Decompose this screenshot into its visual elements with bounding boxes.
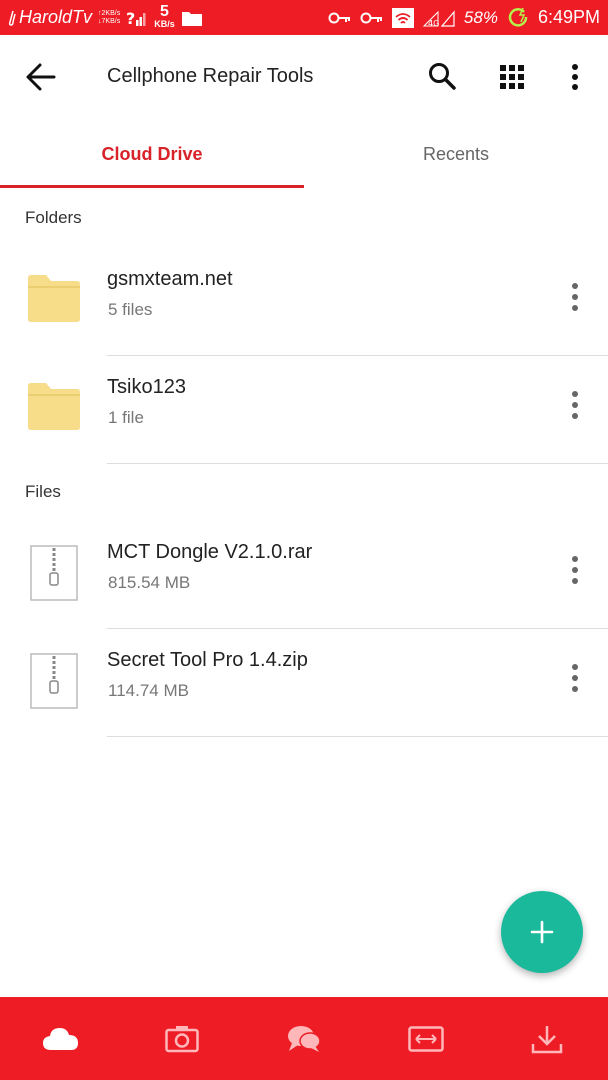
file-row[interactable]: Secret Tool Pro 1.4.zip 114.74 MB [0, 629, 608, 737]
folder-icon [28, 275, 80, 322]
speed-unit: KB/s [154, 18, 175, 29]
app-screen: HaroldTv ↑2KB/s ↓7KB/s ? 5 KB/s 4G 58% 6… [0, 0, 608, 1080]
carrier: HaroldTv [8, 7, 92, 28]
status-left: HaroldTv ↑2KB/s ↓7KB/s ? 5 KB/s [8, 2, 203, 30]
more-vert-icon[interactable] [565, 553, 585, 587]
file-row[interactable]: MCT Dongle V2.1.0.rar 815.54 MB [0, 521, 608, 629]
status-bar: HaroldTv ↑2KB/s ↓7KB/s ? 5 KB/s 4G 58% 6… [0, 0, 608, 35]
download-icon [531, 1025, 563, 1053]
add-fab-button[interactable] [501, 891, 583, 973]
file-name: Secret Tool Pro 1.4.zip [107, 649, 308, 671]
wifi-icon [391, 7, 414, 28]
nav-camera-uploads[interactable] [122, 997, 244, 1080]
more-vert-icon[interactable] [565, 388, 585, 422]
notification-icon [8, 10, 16, 26]
clock: 6:49PM [537, 7, 600, 27]
folder-file-count: 1 file [108, 408, 144, 427]
status-right: 4G 58% 6:49PM [328, 7, 600, 29]
tab-indicator [0, 185, 304, 188]
folder-row[interactable]: Tsiko123 1 file [0, 356, 608, 464]
net-speed: ↑2KB/s ↓7KB/s [98, 10, 120, 26]
folder-notification-icon [181, 11, 202, 26]
back-arrow-icon[interactable] [24, 61, 58, 93]
net-down: ↓7KB/s [98, 17, 121, 25]
row-divider [107, 736, 608, 737]
file-name: MCT Dongle V2.1.0.rar [107, 541, 313, 563]
svg-text:?: ? [126, 9, 135, 28]
more-vert-icon[interactable] [565, 661, 585, 695]
search-icon[interactable] [426, 60, 458, 92]
page-title: Cellphone Repair Tools [107, 65, 314, 87]
folder-name: Tsiko123 [107, 376, 186, 398]
row-divider [107, 463, 608, 464]
nav-transfers[interactable] [486, 997, 608, 1080]
transfer-icon [407, 1025, 444, 1052]
vpn-key-icon [328, 12, 350, 23]
tab-cloud-drive[interactable]: Cloud Drive [0, 119, 304, 189]
zip-file-icon [30, 545, 78, 601]
folder-row[interactable]: gsmxteam.net 5 files [0, 248, 608, 356]
vpn-key-icon-2 [360, 12, 382, 23]
folders-section-label: Folders [25, 208, 82, 227]
file-size: 815.54 MB [108, 573, 191, 592]
cloud-icon [42, 1027, 78, 1050]
carrier-name: HaroldTv [19, 7, 93, 27]
files-section-label: Files [25, 482, 61, 501]
tab-bar: Cloud Drive Recents [0, 119, 608, 189]
speed-indicator: 5 KB/s [154, 2, 175, 30]
zip-file-icon [30, 653, 78, 709]
app-bar: Cellphone Repair Tools [0, 35, 608, 119]
folder-icon [28, 383, 80, 430]
battery-percent: 58% [463, 7, 498, 27]
tab-recents[interactable]: Recents [304, 119, 608, 189]
svg-text:4G: 4G [428, 19, 439, 28]
net-up: ↑2KB/s [98, 9, 121, 17]
lte-signal-icon: 4G [422, 9, 455, 28]
bottom-nav [0, 997, 608, 1080]
more-vert-icon[interactable] [563, 61, 587, 93]
nav-chat[interactable] [243, 997, 365, 1080]
grid-view-icon[interactable] [498, 63, 526, 91]
chat-icon [287, 1025, 321, 1052]
more-vert-icon[interactable] [565, 280, 585, 314]
charging-icon [508, 7, 528, 26]
nav-cloud-drive[interactable] [0, 997, 122, 1080]
plus-icon [530, 920, 554, 944]
speed-value: 5 [160, 2, 169, 20]
signal-icon: ? [126, 9, 146, 28]
nav-shared[interactable] [365, 997, 487, 1080]
camera-icon [165, 1025, 200, 1052]
folder-file-count: 5 files [108, 300, 153, 319]
folder-name: gsmxteam.net [107, 268, 233, 290]
file-size: 114.74 MB [108, 681, 189, 700]
